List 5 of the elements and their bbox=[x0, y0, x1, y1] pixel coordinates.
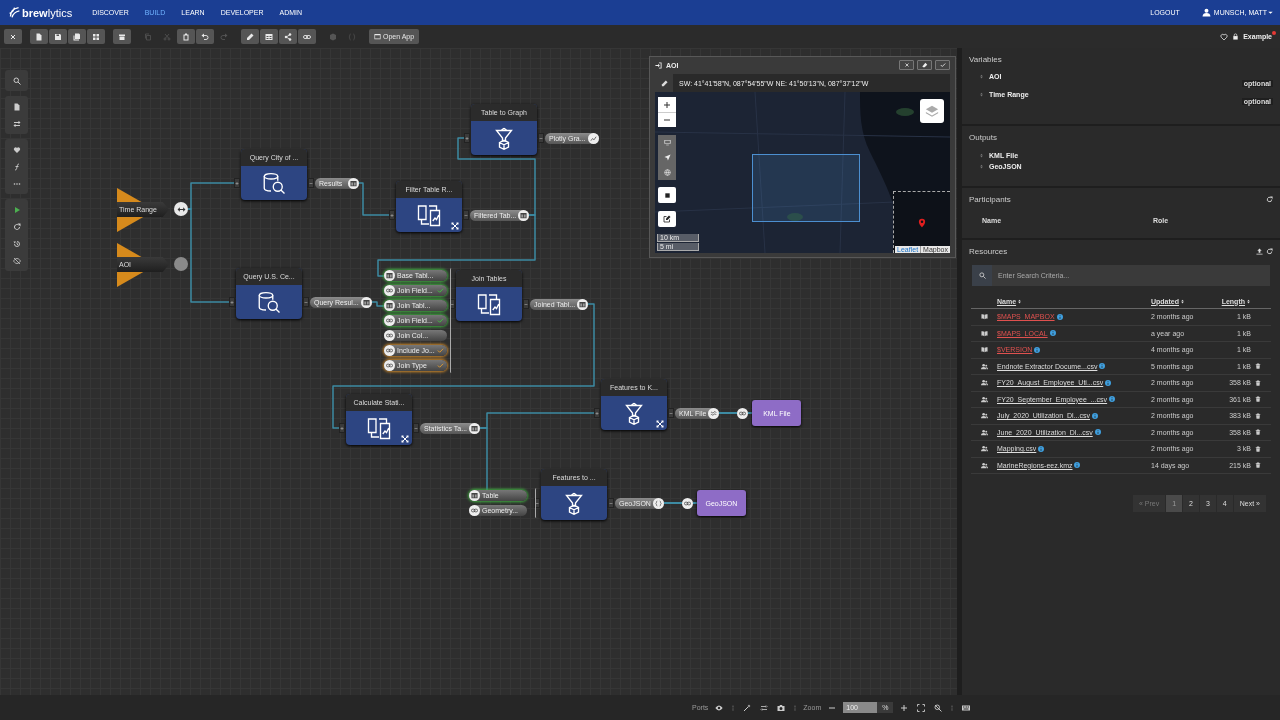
section-title: Resources bbox=[969, 247, 1008, 256]
section-title: Outputs bbox=[969, 133, 998, 142]
logo-text: brewlytics bbox=[22, 6, 73, 19]
section-title: Participants bbox=[969, 195, 1011, 204]
section-title: Variables bbox=[969, 55, 1003, 64]
